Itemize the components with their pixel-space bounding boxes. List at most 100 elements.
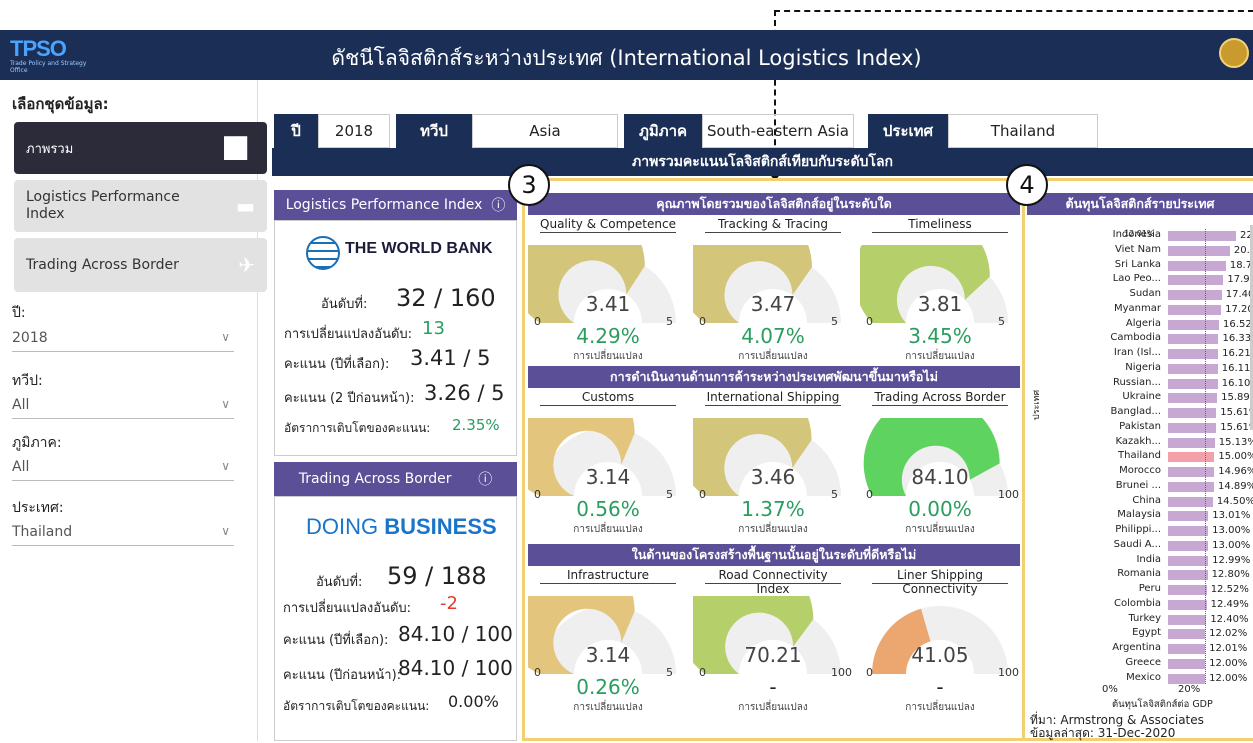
logo-part: DOING bbox=[306, 514, 385, 539]
region-value: South-eastern Asia bbox=[702, 114, 854, 148]
bar[interactable] bbox=[1168, 614, 1207, 625]
gauge-change: 3.45% bbox=[908, 324, 972, 348]
gauge-value: 3.81 bbox=[917, 292, 963, 316]
sidebar-item-lpi[interactable]: Logistics Performance Index ▬ bbox=[14, 180, 267, 232]
select-value: All bbox=[12, 459, 30, 475]
bar[interactable] bbox=[1168, 540, 1209, 551]
bar[interactable] bbox=[1168, 393, 1218, 404]
bar-category-label: Colombia bbox=[1114, 597, 1161, 609]
bar[interactable] bbox=[1168, 231, 1236, 241]
gauge-value: 84.10 bbox=[911, 465, 969, 489]
gauge-change: 0.00% bbox=[908, 497, 972, 521]
bar[interactable] bbox=[1168, 658, 1206, 669]
gauge-change: 4.29% bbox=[576, 324, 640, 348]
globe-icon bbox=[306, 236, 340, 270]
annotation-marker-3: 3 bbox=[508, 164, 550, 206]
lpi-prev-label: คะแนน (2 ปีก่อนหน้า): bbox=[284, 391, 415, 406]
gauge-label: Trading Across Border bbox=[872, 390, 1008, 406]
bar[interactable] bbox=[1168, 570, 1208, 581]
bar[interactable] bbox=[1168, 452, 1215, 463]
bar[interactable] bbox=[1168, 585, 1207, 595]
bar-value-label: 15.00% bbox=[1218, 451, 1253, 463]
bar-category-label: Algeria bbox=[1125, 317, 1161, 329]
bar-category-label: Myanmar bbox=[1114, 302, 1161, 314]
airplane-icon: ✈ bbox=[238, 253, 255, 277]
gauge-label: Liner Shipping Connectivity bbox=[872, 568, 1008, 596]
chevron-down-icon: ∨ bbox=[221, 524, 230, 538]
bar-category-label: Sudan bbox=[1129, 288, 1162, 299]
bar[interactable] bbox=[1168, 629, 1206, 640]
bar[interactable] bbox=[1168, 599, 1207, 610]
bar[interactable] bbox=[1168, 481, 1215, 492]
gauge-max: 100 bbox=[831, 666, 852, 679]
bar[interactable] bbox=[1168, 245, 1230, 256]
bar[interactable] bbox=[1168, 526, 1209, 536]
app-header: TPSO Trade Policy and Strategy Office ดั… bbox=[0, 30, 1253, 80]
gauge-value: 70.21 bbox=[744, 643, 802, 667]
bar[interactable] bbox=[1168, 437, 1215, 448]
sidebar-item-trading[interactable]: Trading Across Border ✈ bbox=[14, 238, 267, 292]
bar-value-label: 16.10% bbox=[1221, 377, 1253, 389]
bar[interactable] bbox=[1168, 555, 1209, 566]
gauge-value: 3.46 bbox=[750, 465, 796, 489]
bar[interactable] bbox=[1168, 511, 1209, 522]
bar-value-label: 16.21% bbox=[1222, 348, 1253, 359]
year-select[interactable]: 2018 ∨ bbox=[12, 330, 234, 352]
bar-category-label: Ukraine bbox=[1122, 391, 1161, 403]
bar[interactable] bbox=[1168, 644, 1206, 654]
lpi-score-label: คะแนน (ปีที่เลือก): bbox=[284, 357, 390, 372]
overview-banner: ภาพรวมคะแนนโลจิสติกส์เทียบกับระดับโลก bbox=[272, 148, 1253, 176]
info-icon[interactable]: ⓘ bbox=[491, 195, 505, 215]
tab-rank-label: อันดับที่: bbox=[316, 575, 363, 590]
bar[interactable] bbox=[1168, 673, 1206, 684]
bar[interactable] bbox=[1168, 408, 1217, 418]
bar-category-label: Peru bbox=[1138, 583, 1161, 594]
bar[interactable] bbox=[1168, 467, 1215, 477]
select-value: 2018 bbox=[12, 330, 48, 346]
annotation-dashed-line bbox=[774, 10, 1253, 12]
reference-line bbox=[1205, 229, 1207, 684]
sidebar-item-label: ภาพรวม bbox=[26, 141, 74, 157]
gauge-max: 5 bbox=[666, 666, 673, 679]
bar[interactable] bbox=[1168, 260, 1226, 271]
bar[interactable] bbox=[1168, 319, 1220, 330]
gauge-max: 5 bbox=[831, 315, 838, 328]
country-select[interactable]: Thailand ∨ bbox=[12, 524, 234, 546]
bar-value-label: 15.13% bbox=[1218, 436, 1253, 448]
bar-category-label: Turkey bbox=[1128, 612, 1161, 624]
bar-value-label: 14.89% bbox=[1218, 480, 1253, 492]
bar-category-label: Morocco bbox=[1119, 465, 1161, 476]
sidebar-item-overview[interactable]: ภาพรวม █▌ bbox=[14, 122, 267, 174]
logo-part: BUSINESS bbox=[384, 514, 497, 539]
page-title: ดัชนีโลจิสติกส์ระหว่างประเทศ (Internatio… bbox=[331, 46, 922, 70]
region-select[interactable]: All ∨ bbox=[12, 459, 234, 481]
gauge-max: 5 bbox=[998, 315, 1005, 328]
bar-value-label: 14.50% bbox=[1216, 495, 1253, 507]
gauge-label: Timeliness bbox=[872, 217, 1008, 233]
select-value: Thailand bbox=[12, 524, 73, 540]
info-icon[interactable]: ⓘ bbox=[478, 469, 492, 489]
section-title: การดำเนินงานด้านการค้าระหว่างประเทศพัฒนา… bbox=[528, 366, 1020, 388]
bar[interactable] bbox=[1168, 275, 1224, 286]
cost-chart-title: ต้นทุนโลจิสติกส์รายประเทศ bbox=[1027, 193, 1253, 215]
sidebar-item-label: Logistics Performance Index bbox=[26, 189, 180, 222]
bar[interactable] bbox=[1168, 422, 1217, 433]
tab-rank-change-label: การเปลี่ยนแปลงอันดับ: bbox=[283, 601, 412, 616]
bar[interactable] bbox=[1168, 349, 1219, 359]
bar[interactable] bbox=[1168, 304, 1222, 315]
bar[interactable] bbox=[1168, 363, 1218, 374]
bar[interactable] bbox=[1168, 378, 1218, 389]
bar-category-label: Cambodia bbox=[1110, 332, 1161, 344]
gauge-min: 0 bbox=[534, 488, 541, 501]
gauge-label: Infrastructure bbox=[540, 568, 676, 584]
bar[interactable] bbox=[1168, 290, 1222, 300]
bar[interactable] bbox=[1168, 334, 1219, 345]
dataset-heading: เลือกชุดข้อมูล: bbox=[12, 95, 109, 113]
gauge-max: 5 bbox=[831, 488, 838, 501]
chevron-down-icon: ∨ bbox=[221, 459, 230, 473]
bar-category-label: Lao Peo... bbox=[1112, 273, 1161, 285]
year-filter-label: ปี: bbox=[12, 305, 26, 321]
bar-value-label: 12.00% bbox=[1209, 657, 1248, 669]
bar-value-label: 16.33% bbox=[1222, 333, 1253, 345]
continent-select[interactable]: All ∨ bbox=[12, 397, 234, 419]
